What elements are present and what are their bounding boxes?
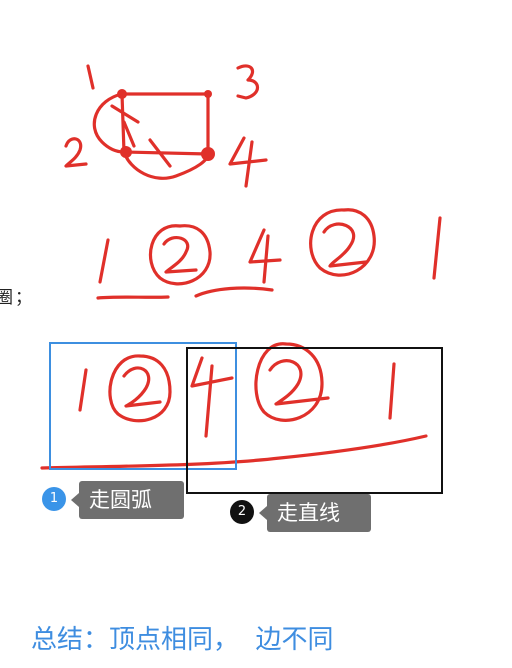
annotation-marker-1[interactable]: 1 [42, 487, 66, 511]
vertex-number-3 [236, 64, 260, 100]
sequence-circled-2 [149, 224, 212, 286]
vertex-dot-1 [117, 89, 127, 99]
underline-b [194, 286, 274, 298]
sequence-circled-2b [309, 208, 376, 277]
crossing-strokes [110, 104, 172, 168]
underline-a [96, 295, 170, 300]
annotation-label-line: 走直线 [259, 494, 371, 532]
vertex-number-2 [64, 137, 88, 168]
summary-text: 总结：顶点相同， 边不同 [31, 625, 334, 655]
line-highlight-box [186, 347, 443, 494]
side-text: 圈； [0, 288, 34, 308]
sequence-1 [98, 238, 110, 284]
annotation-label-arc: 走圆弧 [71, 481, 184, 519]
vertex-dot-4 [201, 147, 215, 161]
vertex-dot-3 [204, 90, 212, 98]
sequence-4 [248, 228, 282, 284]
sequence-1b [432, 216, 442, 280]
annotation-marker-2[interactable]: 2 [230, 500, 254, 524]
handwriting-canvas [40, 64, 442, 470]
vertex-number-4 [228, 136, 268, 188]
vertex-number-1 [86, 64, 95, 90]
vertex-dot-2 [120, 146, 132, 158]
